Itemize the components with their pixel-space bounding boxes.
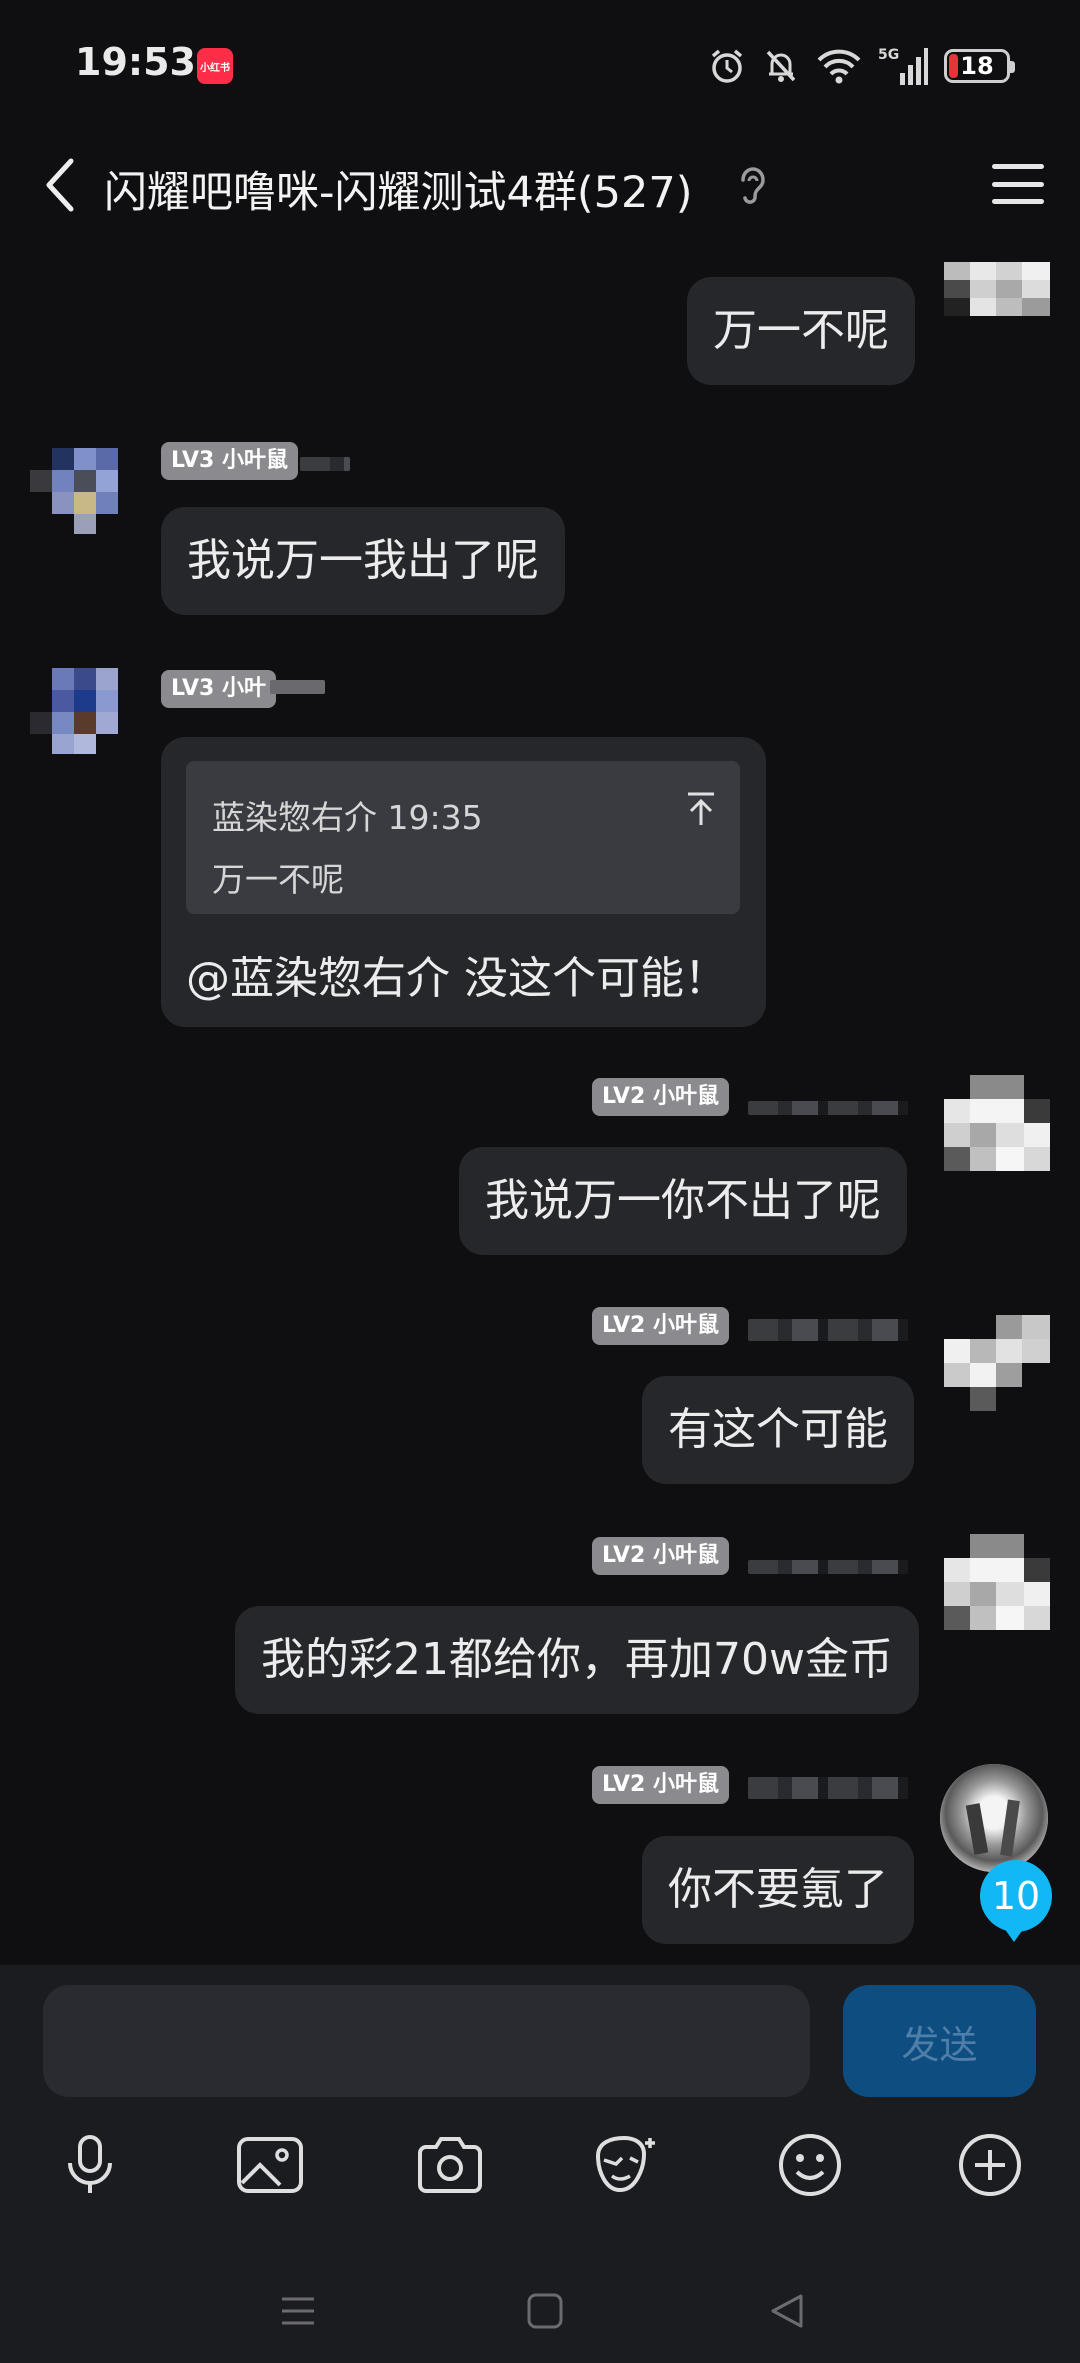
image-icon	[237, 2137, 303, 2193]
level-badge: LV2 小叶鼠	[592, 1766, 729, 1804]
status-bar: 19:53 小红书 5G 18	[0, 0, 1080, 130]
home-icon	[527, 2293, 563, 2329]
wifi-icon	[817, 49, 861, 84]
back-button[interactable]	[30, 152, 90, 218]
system-back-button[interactable]	[757, 2281, 817, 2341]
sender-name	[300, 457, 350, 471]
menu-button[interactable]	[986, 156, 1050, 212]
chat-title[interactable]: 闪耀吧噜咪-闪耀测试4群(527)	[104, 158, 693, 220]
image-button[interactable]	[230, 2125, 310, 2205]
face-effect-button[interactable]	[585, 2125, 665, 2205]
reply-message-bubble[interactable]: 蓝染惣右介 19:35 万一不呢 @蓝染惣右介 没这个可能！	[161, 737, 766, 1027]
level-badge: LV2 小叶鼠	[592, 1537, 729, 1575]
face-effect-icon	[595, 2135, 655, 2193]
avatar[interactable]	[944, 1534, 1050, 1632]
chat-header: 闪耀吧噜咪-闪耀测试4群(527)	[0, 130, 1080, 240]
status-icons: 5G 18	[708, 44, 1015, 88]
voice-button[interactable]	[50, 2125, 130, 2205]
sender-name	[270, 680, 325, 694]
system-nav-bar	[0, 2265, 1080, 2363]
sender-name	[748, 1560, 908, 1574]
sender-name	[748, 1101, 908, 1115]
level-badge: LV3 小叶鼠	[161, 442, 298, 480]
message-bubble[interactable]: 有这个可能	[642, 1376, 914, 1484]
avatar[interactable]	[944, 1075, 1050, 1173]
message-bubble[interactable]: 你不要氪了	[642, 1836, 914, 1944]
unread-count-badge[interactable]: 10	[980, 1860, 1052, 1942]
alarm-icon	[711, 49, 743, 83]
recents-icon	[282, 2297, 314, 2325]
sender-name	[748, 1777, 908, 1799]
back-triangle-icon	[771, 2294, 803, 2328]
jump-to-original-icon[interactable]	[684, 791, 718, 827]
send-button[interactable]: 发送	[843, 1985, 1036, 2097]
avatar[interactable]	[30, 448, 136, 546]
quoted-message[interactable]: 蓝染惣右介 19:35 万一不呢	[186, 761, 740, 914]
quoted-author-time: 蓝染惣右介 19:35	[212, 798, 483, 837]
message-bubble[interactable]: 我的彩21都给你，再加70w金币	[235, 1606, 919, 1714]
menu-icon	[992, 164, 1044, 169]
home-button[interactable]	[515, 2281, 575, 2341]
camera-icon	[418, 2137, 482, 2193]
microphone-icon	[68, 2135, 112, 2193]
signal-icon: 5G	[878, 47, 928, 85]
emoji-icon	[779, 2134, 841, 2196]
message-bubble[interactable]: 我说万一你不出了呢	[459, 1147, 907, 1255]
avatar[interactable]	[30, 668, 136, 766]
level-badge: LV3 小叶	[161, 670, 276, 708]
message-bubble[interactable]: 我说万一我出了呢	[161, 507, 565, 615]
avatar[interactable]	[944, 1315, 1050, 1413]
message-bubble[interactable]: 万一不呢	[687, 277, 915, 385]
emoji-button[interactable]	[770, 2125, 850, 2205]
battery-icon: 18	[944, 49, 1015, 83]
quoted-text: 万一不呢	[212, 860, 344, 899]
composer-toolbar	[0, 2125, 1080, 2205]
status-time: 19:53	[75, 40, 196, 84]
xiaohongshu-app-icon: 小红书	[197, 48, 233, 84]
avatar[interactable]	[940, 1764, 1048, 1872]
ear-icon[interactable]	[735, 164, 771, 208]
avatar[interactable]	[944, 262, 1050, 316]
camera-button[interactable]	[410, 2125, 490, 2205]
message-input[interactable]	[43, 1985, 810, 2097]
plus-icon	[959, 2134, 1021, 2196]
mute-icon	[766, 50, 796, 82]
more-button[interactable]	[950, 2125, 1030, 2205]
network-label: 5G	[878, 47, 899, 63]
reply-text: @蓝染惣右介 没这个可能！	[186, 953, 728, 1004]
level-badge: LV2 小叶鼠	[592, 1307, 729, 1345]
battery-level: 18	[960, 52, 994, 80]
level-badge: LV2 小叶鼠	[592, 1078, 729, 1116]
composer-area: 发送	[0, 1965, 1080, 2363]
back-icon	[46, 158, 74, 212]
sender-name	[748, 1319, 908, 1341]
recents-button[interactable]	[268, 2281, 328, 2341]
